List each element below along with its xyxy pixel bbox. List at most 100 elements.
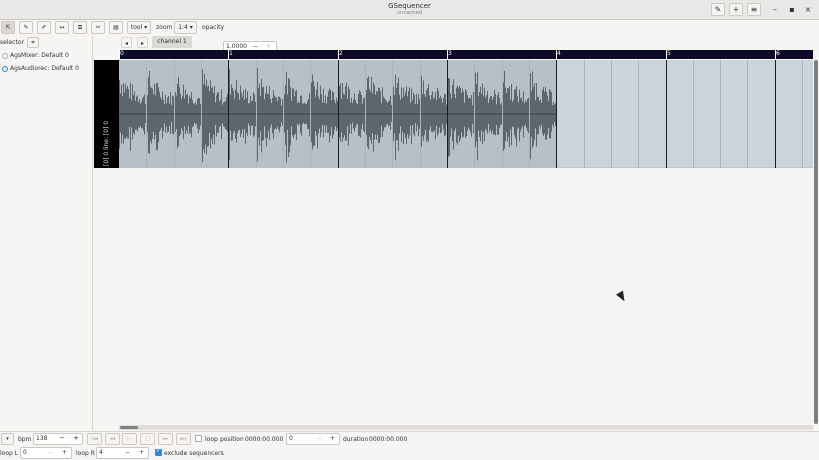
track-label: [0] 0 line: [0] 0: [103, 120, 110, 166]
beat-line: [174, 60, 175, 168]
editor-toolbar: ⇱ ✎ ✐ ↔ ⧉ ✂ ▤ tool ▾ zoom 1:4 ▾ opacity …: [0, 20, 819, 53]
track-header: [0] 0 line: [0] 0: [94, 60, 119, 168]
beat-line: [365, 60, 366, 168]
pen-tool-button[interactable]: ✐: [37, 21, 51, 34]
opacity-label: opacity: [202, 24, 225, 31]
paste-button[interactable]: ▤: [109, 21, 123, 34]
position-label: position: [220, 436, 244, 443]
play-button[interactable]: ▷: [122, 433, 137, 445]
edit-tool-button[interactable]: ✎: [19, 21, 33, 34]
bar-line: [775, 60, 776, 168]
scrollbar-thumb[interactable]: [814, 60, 818, 424]
machine-label: AgsAudiorec: Default 0: [10, 65, 79, 72]
bar-line: [666, 60, 667, 168]
tab-channel-1[interactable]: channel 1: [152, 36, 192, 48]
stop-button[interactable]: □: [140, 433, 155, 445]
forward-to-end-button[interactable]: ▸▸|: [176, 433, 191, 445]
bar-line: [556, 60, 557, 168]
horizontal-scrollbar[interactable]: [119, 425, 813, 430]
mouse-cursor-icon: [616, 290, 628, 304]
machine-selector-panel: selector ⌗ AgsMixer: Default 0 AgsAudior…: [0, 36, 93, 430]
title-bar: GSequencer unnamed ✎ + ≡ – ▪ ×: [0, 0, 819, 20]
timeline-ruler[interactable]: 0 1 2 3 4 5 6: [119, 50, 813, 59]
beat-line: [611, 60, 612, 168]
tool-label: tool: [130, 24, 143, 31]
window-title: GSequencer: [388, 2, 431, 10]
loop-left-plus-button[interactable]: +: [62, 448, 67, 458]
move-tool-button[interactable]: ↔: [55, 21, 69, 34]
bpm-plus-button[interactable]: +: [70, 433, 82, 445]
zoom-select[interactable]: 1:4 ▾: [174, 21, 197, 34]
machine-radio-mixer[interactable]: AgsMixer: Default 0: [2, 52, 69, 59]
rewind-button[interactable]: ◂◂: [105, 433, 120, 445]
navigation-expander-button[interactable]: ▾: [1, 433, 14, 445]
copy-button[interactable]: ⧉: [73, 21, 87, 34]
position-field[interactable]: 0 − +: [286, 433, 340, 445]
loop-checkbox[interactable]: [195, 435, 202, 442]
beat-line: [201, 60, 202, 168]
position-plus-button[interactable]: +: [330, 434, 335, 444]
beat-line: [392, 60, 393, 168]
loop-left-label: loop L: [0, 450, 19, 457]
menu-button[interactable]: ≡: [747, 3, 761, 16]
zoom-value: 1:4: [178, 24, 188, 31]
beat-line: [802, 60, 803, 168]
beat-line: [256, 60, 257, 168]
bpm-value: 138: [36, 435, 48, 442]
fast-forward-button[interactable]: ▸▸: [158, 433, 173, 445]
loop-left-value: 0: [23, 449, 27, 456]
ruler-tick-label: 2: [339, 50, 343, 57]
zoom-label: zoom: [156, 24, 173, 31]
bar-line: [338, 60, 339, 168]
loop-bar: loop L 0 − + loop R 4 − + exclude sequen…: [0, 446, 819, 460]
loop-right-plus-button[interactable]: +: [139, 448, 144, 458]
ruler-tick-label: 1: [229, 50, 233, 57]
ruler-tick-label: 0: [120, 50, 124, 57]
bpm-minus-button[interactable]: −: [56, 433, 68, 445]
audio-lane[interactable]: [119, 60, 813, 170]
exclude-sequencers-checkbox[interactable]: [155, 447, 162, 456]
beat-line: [638, 60, 639, 168]
vertical-scrollbar[interactable]: [813, 60, 819, 424]
scrollbar-thumb[interactable]: [120, 426, 138, 429]
loop-right-minus-button[interactable]: −: [125, 448, 130, 458]
position-minus-button[interactable]: −: [317, 434, 322, 444]
close-button[interactable]: ×: [802, 4, 814, 16]
prev-channel-button[interactable]: ◂: [121, 37, 132, 48]
duration-value: 0000:00.000: [369, 436, 408, 443]
ruler-tick-label: 6: [776, 50, 780, 57]
transport-bar: ▾ bpm 138 − + |◂◂ ◂◂ ▷ □ ▸▸ ▸▸| loop pos…: [0, 431, 819, 445]
radio-selected-icon: [2, 65, 8, 72]
selector-menu-icon[interactable]: ⌗: [27, 37, 39, 48]
next-channel-button[interactable]: ▸: [137, 37, 148, 48]
beat-line: [529, 60, 530, 168]
ruler-tick-label: 3: [448, 50, 452, 57]
minimize-button[interactable]: –: [769, 4, 781, 16]
cut-button[interactable]: ✂: [91, 21, 105, 34]
rewind-to-start-button[interactable]: |◂◂: [87, 433, 102, 445]
beat-line: [502, 60, 503, 168]
selector-label: selector: [0, 39, 24, 46]
machine-radio-audiorec[interactable]: AgsAudiorec: Default 0: [2, 65, 79, 72]
beat-line: [283, 60, 284, 168]
radio-icon: [2, 52, 8, 59]
loop-left-field[interactable]: 0 − +: [20, 447, 72, 459]
add-button[interactable]: +: [729, 3, 743, 16]
ruler-tick-label: 4: [557, 50, 561, 57]
beat-line: [693, 60, 694, 168]
beat-line: [720, 60, 721, 168]
bar-line: [447, 60, 448, 168]
maximize-button[interactable]: ▪: [786, 4, 798, 16]
position-tool-button[interactable]: ⇱: [1, 21, 15, 34]
machine-label: AgsMixer: Default 0: [10, 52, 69, 59]
ruler-tick-label: 5: [667, 50, 671, 57]
loop-right-field[interactable]: 4 − +: [96, 447, 149, 459]
exclude-sequencers-label: exclude sequencers: [164, 450, 224, 457]
tool-dropdown[interactable]: tool ▾: [127, 21, 151, 34]
edit-icon[interactable]: ✎: [711, 3, 725, 16]
beat-line: [420, 60, 421, 168]
beat-line: [584, 60, 585, 168]
position-value: 0000:00.000: [245, 436, 284, 443]
loop-left-minus-button[interactable]: −: [48, 448, 53, 458]
beat-line: [146, 60, 147, 168]
